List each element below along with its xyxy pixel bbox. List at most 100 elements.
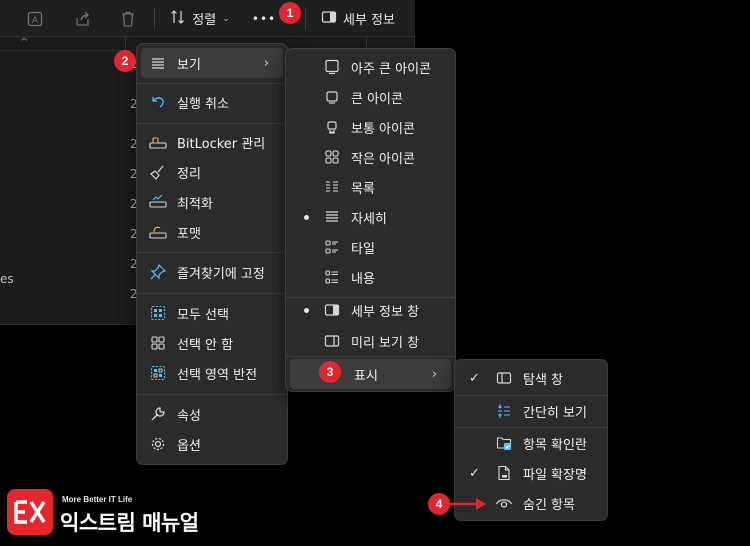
details-button[interactable]: 세부 정보 — [318, 0, 398, 37]
more-options-button[interactable]: ••• — [249, 0, 279, 37]
view-item-preview-pane[interactable]: 미리 보기 창 — [290, 326, 451, 356]
toolbar-divider — [305, 8, 306, 30]
properties-icon — [149, 405, 167, 423]
file-extensions-icon — [495, 464, 513, 482]
logo-badge — [7, 489, 53, 535]
menu-item-label: 최적화 — [177, 196, 213, 212]
menu-item-label: 즐겨찾기에 고정 — [177, 266, 265, 282]
view-item-small-icons[interactable]: 작은 아이콘 — [290, 142, 451, 172]
view-item-show[interactable]: 표시 › — [290, 359, 451, 389]
navigation-pane-icon — [495, 369, 513, 387]
menu-item-label: 옵션 — [177, 438, 201, 454]
preview-pane-icon — [323, 332, 341, 350]
menu-item-format[interactable]: 포맷 — [141, 217, 283, 247]
view-item-details[interactable]: 자세히 — [290, 202, 451, 232]
view-item-large-icons[interactable]: 큰 아이콘 — [290, 82, 451, 112]
tiles-icon — [323, 238, 341, 256]
sort-icon — [170, 9, 186, 29]
list-icon — [323, 178, 341, 196]
optimize-icon — [149, 193, 167, 211]
svg-text:A: A — [32, 16, 39, 26]
view-submenu: 아주 큰 아이콘 큰 아이콘 보통 아이콘 작은 아이콘 목록 자세히 타일 내… — [285, 48, 456, 392]
logo-tagline: More Better IT Life — [62, 495, 133, 504]
menu-item-label: 보통 아이콘 — [351, 121, 415, 137]
select-none-icon — [149, 334, 167, 352]
menu-item-select-none[interactable]: 선택 안 함 — [141, 328, 283, 358]
details-pane-toggle-icon — [321, 9, 337, 29]
menu-item-label: 목록 — [351, 181, 375, 197]
medium-icons-icon — [323, 118, 341, 136]
selected-dot-icon — [304, 214, 309, 220]
menu-item-label: 숨긴 항목 — [523, 497, 575, 513]
view-icon — [149, 54, 167, 72]
show-item-item-checkboxes[interactable]: 항목 확인란 — [459, 428, 603, 458]
more-options-menu: 보기 › 실행 취소 BitLocker 관리 정리 최적화 포맷 즐겨찾기에 … — [136, 43, 288, 465]
format-icon — [149, 223, 167, 241]
menu-item-label: 큰 아이콘 — [351, 91, 403, 107]
sort-button[interactable]: 정렬 ⌄ — [166, 0, 234, 37]
menu-item-label: 정리 — [177, 166, 201, 182]
menu-item-undo[interactable]: 실행 취소 — [141, 87, 283, 117]
chevron-right-icon: › — [431, 366, 437, 382]
menu-item-label: 파일 확장명 — [523, 467, 587, 483]
checkmark-icon: ✓ — [469, 370, 480, 386]
item-checkboxes-icon — [495, 434, 513, 452]
menu-item-label: 내용 — [351, 271, 375, 287]
logo-ex-icon — [14, 500, 46, 524]
view-item-extra-large-icons[interactable]: 아주 큰 아이콘 — [290, 52, 451, 82]
menu-item-cleanup[interactable]: 정리 — [141, 157, 283, 187]
invert-selection-icon — [149, 364, 167, 382]
show-item-compact-view[interactable]: 간단히 보기 — [459, 396, 603, 426]
menu-item-options[interactable]: 옵션 — [141, 429, 283, 459]
menu-separator — [286, 356, 455, 357]
menu-item-label: 항목 확인란 — [523, 437, 587, 453]
view-item-details-pane[interactable]: 세부 정보 창 — [290, 295, 451, 325]
menu-item-label: 보기 — [177, 57, 201, 73]
share-icon[interactable] — [70, 0, 96, 37]
menu-item-label: 아주 큰 아이콘 — [351, 61, 432, 77]
show-item-file-extensions[interactable]: ✓ 파일 확장명 — [459, 458, 603, 488]
red-arrow-icon — [448, 498, 486, 510]
view-item-medium-icons[interactable]: 보통 아이콘 — [290, 112, 451, 142]
sort-caret-icon: ^ — [20, 37, 29, 48]
menu-item-label: 세부 정보 창 — [351, 304, 420, 320]
menu-item-label: 탐색 창 — [523, 372, 564, 388]
bitlocker-icon — [149, 133, 167, 151]
extra-large-icons-icon — [323, 58, 341, 76]
menu-item-optimize[interactable]: 최적화 — [141, 187, 283, 217]
delete-icon[interactable] — [115, 0, 141, 37]
view-item-list[interactable]: 목록 — [290, 172, 451, 202]
selected-dot-icon — [304, 307, 309, 313]
large-icons-icon — [323, 88, 341, 106]
menu-item-label: 간단히 보기 — [523, 405, 587, 421]
menu-item-label: 표시 — [354, 368, 378, 384]
compact-view-icon — [495, 402, 513, 420]
menu-item-label: 미리 보기 창 — [351, 335, 420, 351]
menu-item-select-all[interactable]: 모두 선택 — [141, 298, 283, 328]
content-icon — [323, 268, 341, 286]
menu-item-label: 속성 — [177, 408, 201, 424]
rename-icon[interactable]: A — [22, 0, 48, 37]
eye-icon — [495, 494, 513, 512]
menu-item-properties[interactable]: 속성 — [141, 399, 283, 429]
menu-item-bitlocker[interactable]: BitLocker 관리 — [141, 127, 283, 157]
menu-item-label: 타일 — [351, 241, 375, 257]
menu-item-invert-selection[interactable]: 선택 영역 반전 — [141, 358, 283, 388]
view-item-content[interactable]: 내용 — [290, 262, 451, 292]
undo-icon — [149, 93, 167, 111]
chevron-down-icon: ⌄ — [222, 13, 230, 24]
details-label: 세부 정보 — [343, 13, 395, 28]
file-name-fragment: es — [0, 272, 14, 286]
show-item-navigation-pane[interactable]: ✓ 탐색 창 — [459, 363, 603, 393]
select-all-icon — [149, 304, 167, 322]
cleanup-icon — [149, 163, 167, 181]
menu-item-label: 모두 선택 — [177, 307, 229, 323]
toolbar-divider — [154, 8, 155, 30]
menu-separator — [137, 83, 287, 84]
menu-separator — [137, 394, 287, 395]
details-icon — [323, 208, 341, 226]
column-divider — [125, 37, 126, 51]
menu-item-pin[interactable]: 즐겨찾기에 고정 — [141, 257, 283, 287]
menu-item-view[interactable]: 보기 › — [141, 48, 283, 78]
view-item-tiles[interactable]: 타일 — [290, 232, 451, 262]
